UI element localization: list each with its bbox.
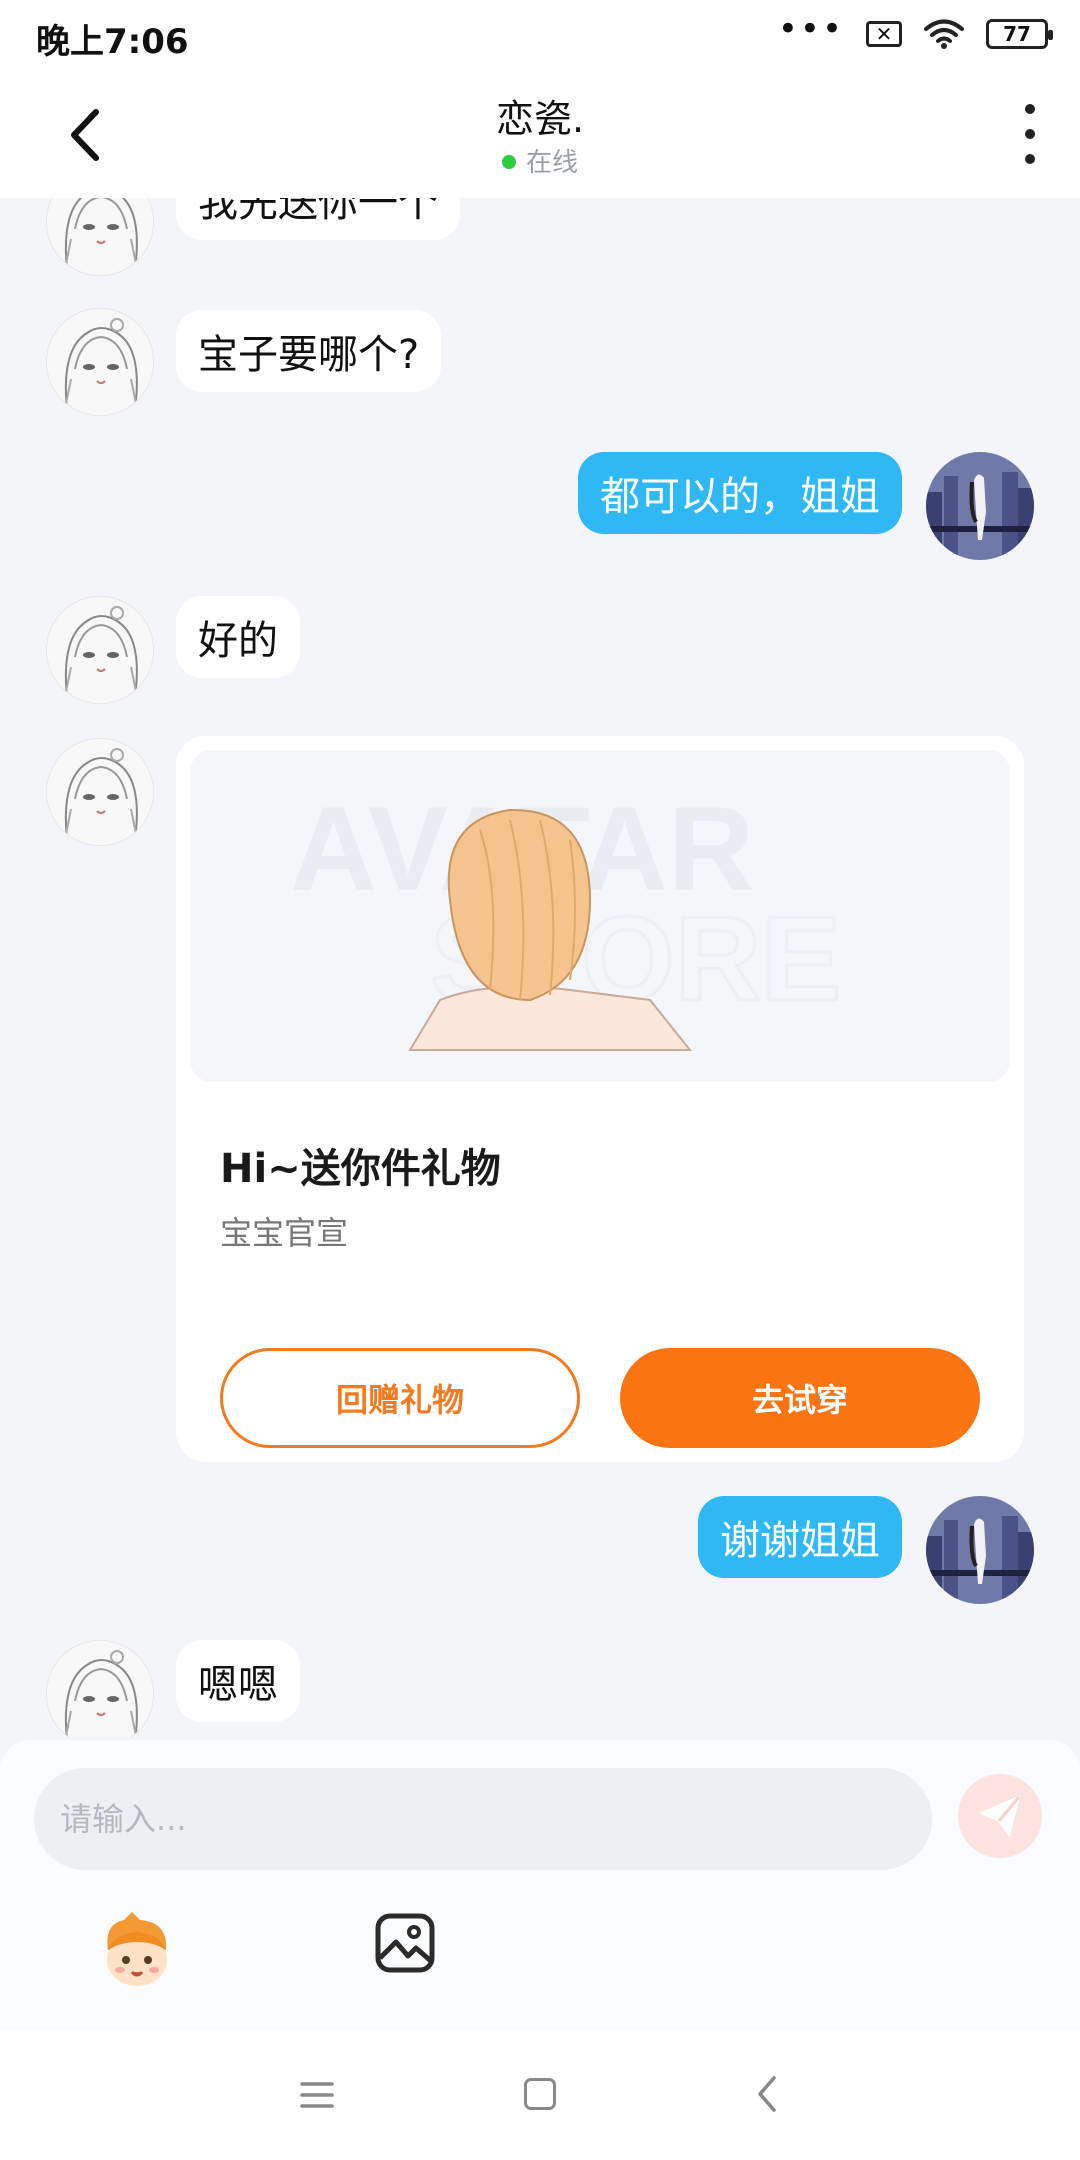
composer-panel bbox=[0, 1740, 1080, 2030]
user-avatar[interactable] bbox=[926, 452, 1034, 560]
contact-avatar[interactable] bbox=[46, 1640, 154, 1738]
signal-dots: ••• bbox=[777, 9, 844, 49]
return-gift-button[interactable]: 回赠礼物 bbox=[220, 1348, 580, 1448]
more-vertical-icon-dot bbox=[1025, 104, 1035, 114]
message-input[interactable] bbox=[34, 1768, 932, 1870]
wifi-icon bbox=[924, 19, 964, 49]
online-dot bbox=[501, 154, 516, 169]
message-text: 好的 bbox=[198, 618, 278, 664]
contact-avatar[interactable] bbox=[46, 596, 154, 704]
user-avatar[interactable] bbox=[926, 1496, 1034, 1604]
try-on-button[interactable]: 去试穿 bbox=[620, 1348, 980, 1448]
send-icon bbox=[980, 1796, 1021, 1836]
message-text: 我先送你一个 bbox=[198, 198, 438, 226]
message-text: 嗯嗯 bbox=[198, 1662, 278, 1708]
city-girl-avatar-icon bbox=[926, 1496, 1034, 1604]
message-text: 都可以的，姐姐 bbox=[600, 474, 880, 520]
anime-girl-avatar-icon bbox=[47, 198, 153, 275]
message-bubble-left[interactable]: 我先送你一个 bbox=[176, 198, 460, 240]
gift-card[interactable]: AVATAR STORE Hi~送你件礼物 宝宝官宣 回赠礼物 去试穿 bbox=[176, 736, 1024, 1462]
contact-name: 恋瓷. bbox=[495, 97, 585, 141]
contact-avatar[interactable] bbox=[46, 198, 154, 276]
status-bar: 晚上7:06 ••• ✕ 77 bbox=[0, 0, 1080, 70]
message-bubble-right[interactable]: 都可以的，姐姐 bbox=[578, 452, 902, 534]
emoji-button[interactable] bbox=[94, 1910, 180, 1996]
more-vertical-icon-dot bbox=[1025, 154, 1035, 164]
gift-preview-image: AVATAR STORE bbox=[190, 750, 1010, 1082]
status-time: 晚上7:06 bbox=[36, 22, 189, 62]
send-button[interactable] bbox=[958, 1774, 1042, 1858]
more-vertical-icon-dot bbox=[1025, 129, 1035, 139]
message-bubble-left[interactable]: 好的 bbox=[176, 596, 300, 678]
battery-level: 77 bbox=[1003, 22, 1031, 46]
contact-avatar[interactable] bbox=[46, 738, 154, 846]
no-sim-icon: ✕ bbox=[866, 21, 902, 47]
chat-message-list[interactable]: 我先送你一个 宝子要哪个? 都可以的，姐姐 好的 STORE Hi~送你件礼物 … bbox=[0, 198, 1080, 1738]
chat-header: 恋瓷. 在线 bbox=[0, 70, 1080, 198]
message-text: 谢谢姐姐 bbox=[720, 1518, 880, 1564]
system-nav-bar bbox=[0, 2030, 1080, 2160]
gift-title: Hi~送你件礼物 bbox=[220, 1146, 501, 1192]
anime-girl-avatar-icon bbox=[47, 1641, 153, 1738]
contact-avatar[interactable] bbox=[46, 308, 154, 416]
anime-girl-avatar-icon bbox=[47, 597, 153, 703]
mascot-emoji-icon bbox=[107, 1912, 167, 1986]
gift-subtitle: 宝宝官宣 bbox=[220, 1214, 349, 1252]
image-icon bbox=[375, 1913, 435, 1973]
anime-girl-avatar-icon bbox=[47, 739, 153, 845]
online-status: 在线 bbox=[0, 142, 1080, 179]
message-text: 宝子要哪个? bbox=[198, 332, 420, 378]
recent-apps-icon[interactable] bbox=[300, 2080, 334, 2110]
message-bubble-left[interactable]: 嗯嗯 bbox=[176, 1640, 300, 1722]
message-bubble-left[interactable]: 宝子要哪个? bbox=[176, 310, 442, 392]
message-bubble-right[interactable]: 谢谢姐姐 bbox=[698, 1496, 902, 1578]
home-icon[interactable] bbox=[524, 2078, 556, 2110]
status-icons: ••• ✕ 77 bbox=[777, 9, 1053, 54]
gift-illustration: AVATAR STORE bbox=[290, 782, 843, 1051]
anime-girl-avatar-icon bbox=[47, 309, 153, 415]
online-status-label: 在线 bbox=[525, 148, 578, 178]
more-options-button[interactable] bbox=[1020, 104, 1040, 164]
image-picker-button[interactable] bbox=[374, 1912, 436, 1974]
nav-back-icon[interactable] bbox=[752, 2074, 782, 2114]
city-girl-avatar-icon bbox=[926, 452, 1034, 560]
battery-icon: 77 bbox=[986, 19, 1053, 49]
